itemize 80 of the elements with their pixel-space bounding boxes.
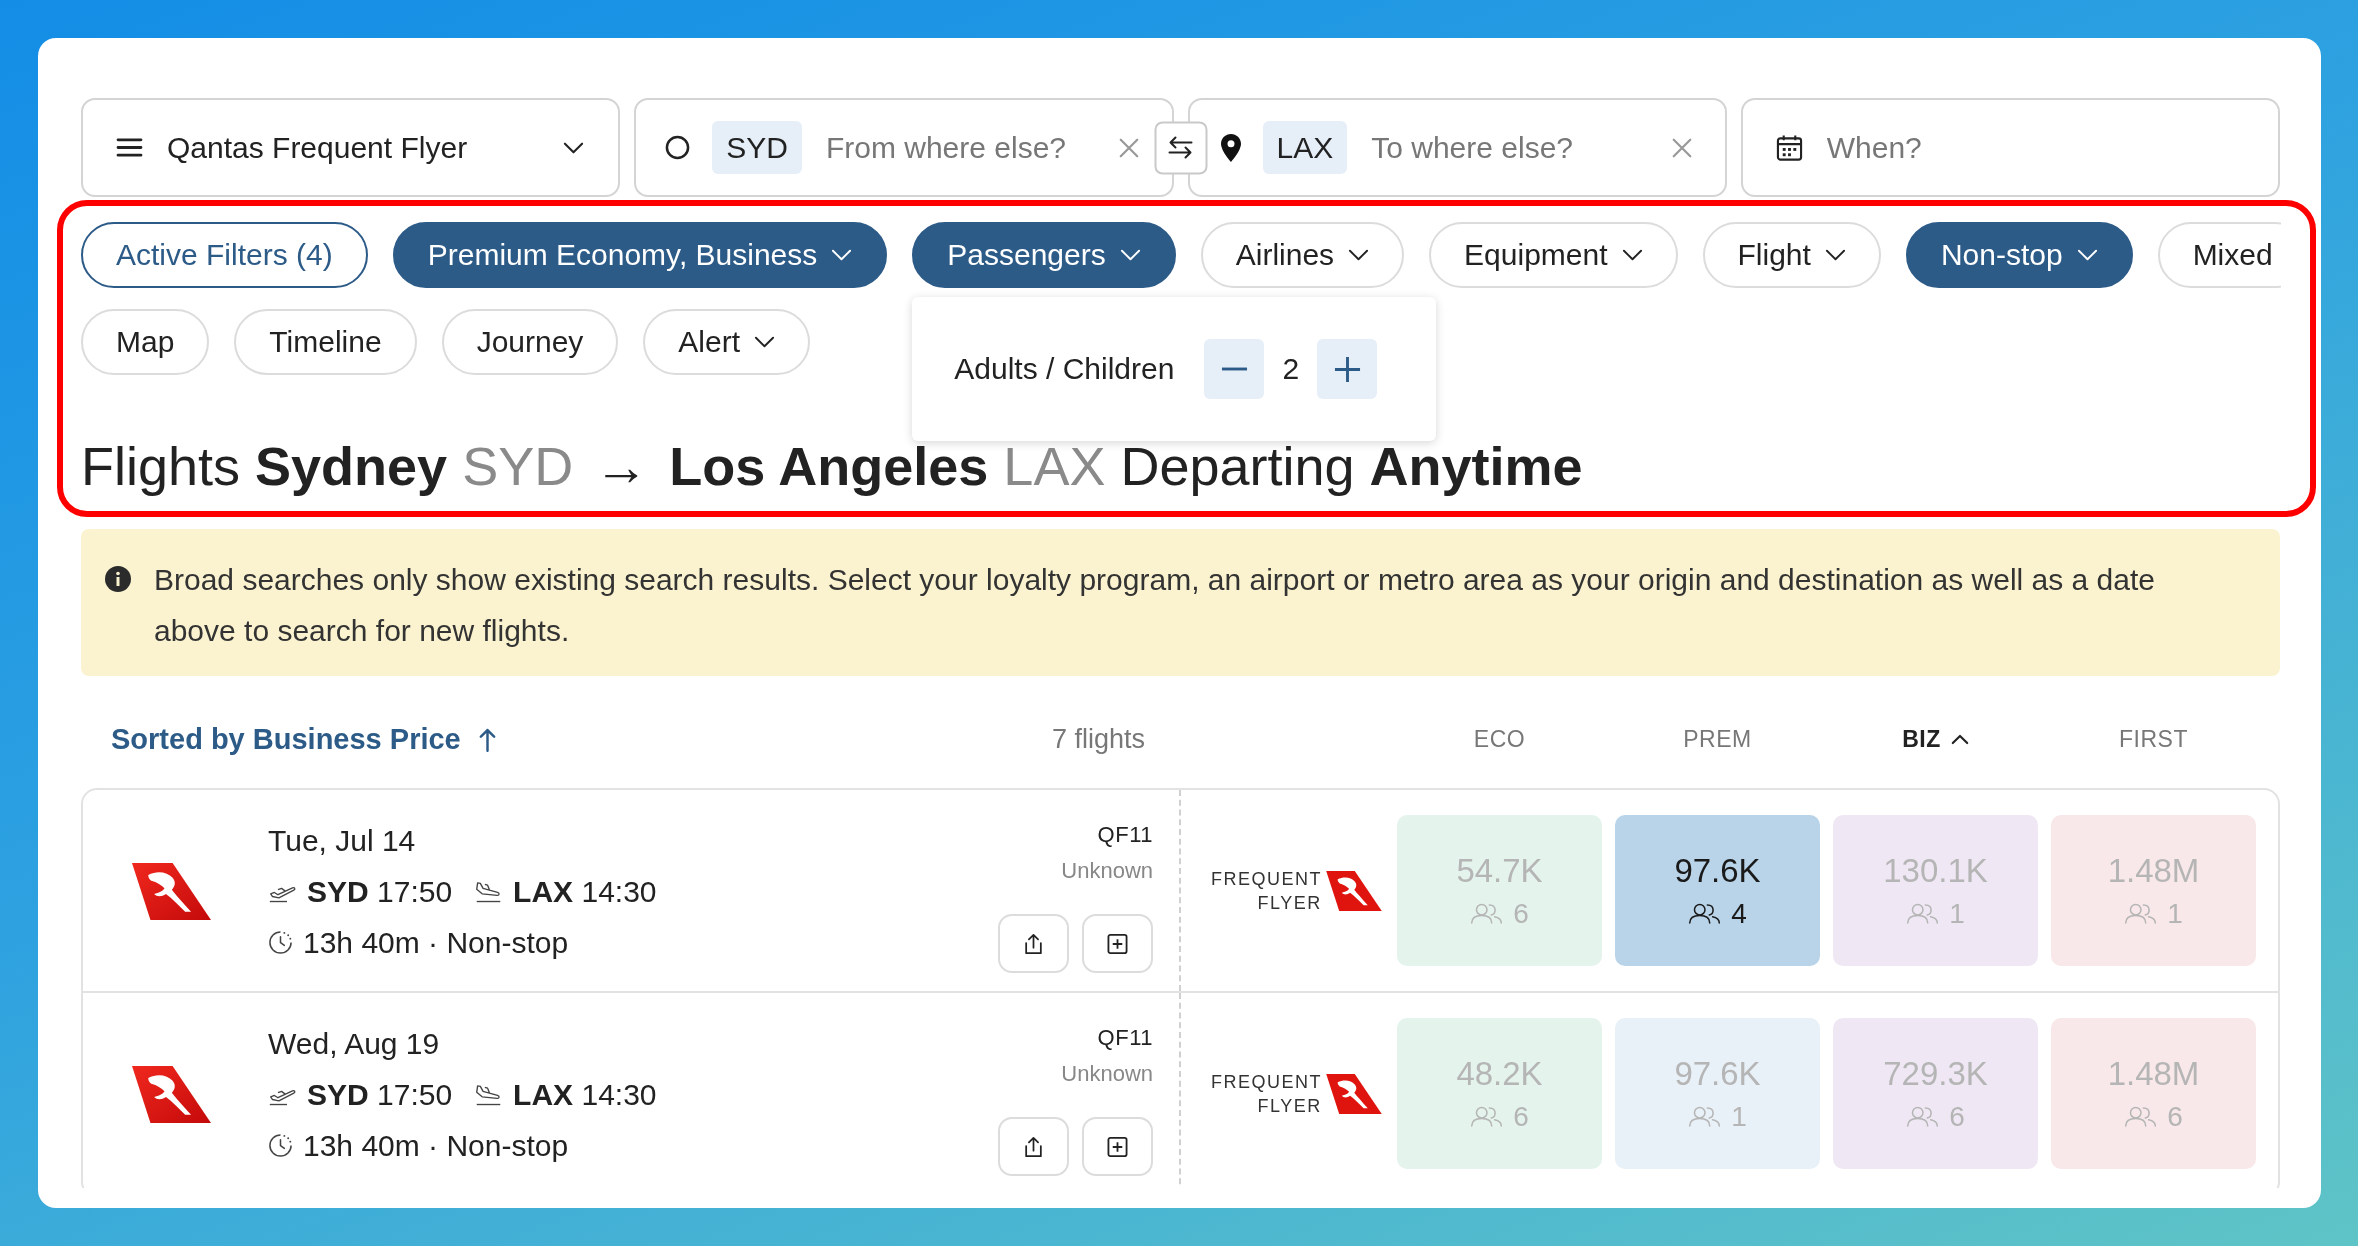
arrow-up-icon [478, 726, 496, 752]
aircraft-type: Unknown [1061, 857, 1153, 885]
departure-text: SYD 17:50 [307, 874, 453, 909]
filter-chip[interactable]: Airlines [1200, 222, 1405, 288]
chevron-down-icon [563, 141, 585, 154]
people-icon [1906, 1106, 1940, 1127]
people-icon [2124, 903, 2158, 924]
program-logo-text: FREQUENT FLYER [1211, 1070, 1322, 1118]
add-button[interactable] [1082, 1117, 1153, 1176]
program-select[interactable]: Qantas Frequent Flyer [81, 98, 621, 197]
view-chip[interactable]: Journey [441, 309, 619, 375]
share-button[interactable] [998, 1117, 1069, 1176]
airport-code-chip[interactable]: LAX [1262, 121, 1348, 174]
circle-icon [665, 135, 691, 160]
increment-button[interactable] [1317, 339, 1378, 399]
close-icon[interactable] [1670, 136, 1693, 159]
sort-button[interactable]: Sorted by Business Price [111, 722, 496, 756]
close-icon[interactable] [1117, 136, 1140, 159]
arrival-text: LAX 14:30 [513, 874, 657, 909]
calendar-icon [1775, 134, 1803, 161]
caret-up-icon [1950, 733, 1969, 745]
swap-button[interactable] [1154, 121, 1207, 174]
aircraft-type: Unknown [1061, 1060, 1153, 1088]
people-icon [1688, 1106, 1722, 1127]
view-chip[interactable]: Timeline [234, 309, 417, 375]
tail-logo-icon [132, 863, 211, 920]
departure-text: SYD 17:50 [307, 1077, 453, 1112]
tail-logo-icon [132, 1066, 211, 1123]
people-icon [1470, 1106, 1504, 1127]
info-icon [105, 566, 131, 592]
duration-text: 13h 40m · Non-stop [303, 1128, 569, 1163]
people-icon [1688, 903, 1722, 924]
column-header[interactable]: PREM [1615, 725, 1820, 753]
people-icon [1906, 903, 1940, 924]
program-logo-text: FREQUENT FLYER [1211, 867, 1322, 915]
plus-square-icon [1107, 1135, 1128, 1158]
tail-logo-icon [1325, 870, 1382, 911]
origin-field[interactable]: SYD From where else? [634, 98, 1174, 197]
add-button[interactable] [1082, 914, 1153, 973]
airport-code-chip[interactable]: SYD [712, 121, 802, 174]
plus-icon [1333, 355, 1361, 383]
clock-icon [268, 1133, 293, 1158]
column-header[interactable]: BIZ [1833, 725, 2038, 753]
filter-chip[interactable]: Mixed [2157, 222, 2281, 288]
share-icon [1023, 1135, 1044, 1158]
flight-date: Tue, Jul 14 [268, 823, 416, 858]
price-tile[interactable]: 97.6K 4 [1615, 815, 1820, 966]
filter-chip[interactable]: Passengers [912, 222, 1176, 288]
flight-number: QF11 [1097, 821, 1153, 849]
filter-chip[interactable]: Equipment [1429, 222, 1678, 288]
destination-field[interactable]: LAX To where else? [1187, 98, 1727, 197]
column-header[interactable]: ECO [1397, 725, 1602, 753]
column-header[interactable]: FIRST [2051, 725, 2256, 753]
view-chip[interactable]: Alert [643, 309, 811, 375]
share-icon [1023, 932, 1044, 955]
share-button[interactable] [998, 914, 1069, 973]
filter-chip[interactable]: Non-stop [1905, 222, 2133, 288]
flight-date: Wed, Aug 19 [268, 1026, 440, 1061]
flight-number: QF11 [1097, 1024, 1153, 1052]
minus-icon [1220, 367, 1248, 371]
filter-chip[interactable]: Flight [1702, 222, 1881, 288]
flight-count: 7 flights [1051, 723, 1145, 755]
arrival-text: LAX 14:30 [513, 1077, 657, 1112]
people-icon [2124, 1106, 2158, 1127]
date-field[interactable]: When? [1740, 98, 2280, 197]
plus-square-icon [1107, 932, 1128, 955]
page-title: Flights Sydney SYD → Los Angeles LAX Departing Anytime [81, 435, 1584, 498]
view-chip[interactable]: Map [81, 309, 210, 375]
duration-text: 13h 40m · Non-stop [303, 925, 569, 960]
filter-chip[interactable]: Premium Economy, Business [392, 222, 888, 288]
menu-icon [116, 137, 143, 158]
swap-icon [1166, 135, 1195, 160]
location-pin-icon [1220, 133, 1241, 162]
notice-text: Broad searches only show existing search results. Select your loyalty program, an airport or metro area as your origin and destination as well as a date above to search for new flights. [154, 562, 2156, 649]
tail-logo-icon [1325, 1073, 1382, 1114]
active-filters-chip[interactable]: Active Filters (4) [81, 222, 368, 288]
clock-icon [268, 930, 293, 955]
people-icon [1470, 903, 1504, 924]
passenger-type-label: Adults / Children [954, 352, 1175, 386]
passenger-count: 2 [1282, 352, 1300, 386]
